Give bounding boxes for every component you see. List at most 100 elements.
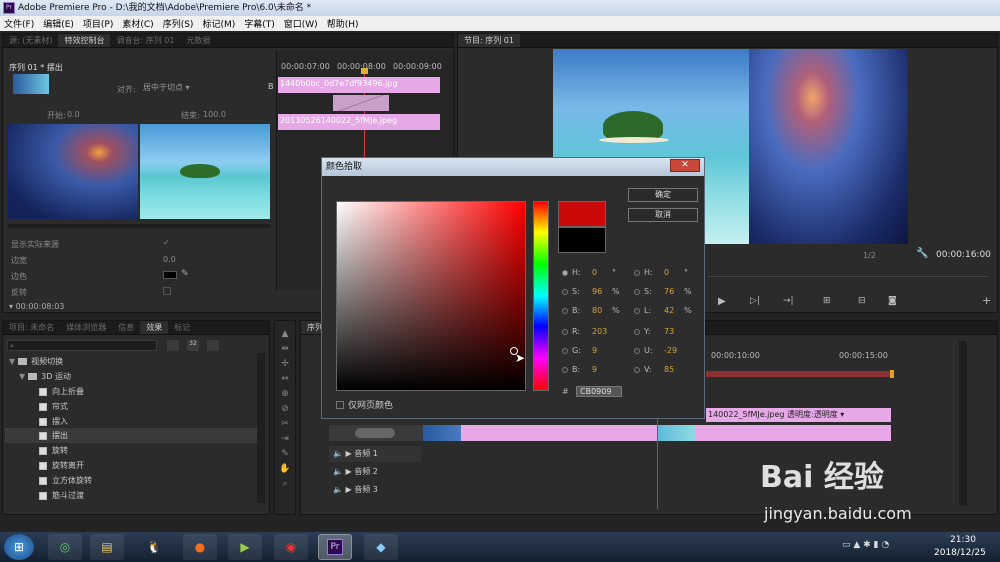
- tab-project[interactable]: 项目: 未命名: [3, 321, 60, 334]
- menu-file[interactable]: 文件(F): [4, 17, 34, 30]
- radio-icon[interactable]: [562, 328, 568, 335]
- menu-title[interactable]: 字幕(T): [244, 17, 275, 30]
- preview-scrollbar[interactable]: [8, 224, 270, 228]
- hsl-l-param[interactable]: L: 42%: [634, 306, 692, 315]
- timeline-clip-a[interactable]: [461, 425, 657, 441]
- audio-track-1[interactable]: 🔈 ▶ 音频 1: [329, 446, 421, 462]
- radio-icon[interactable]: [562, 269, 568, 276]
- radio-icon[interactable]: [562, 307, 568, 314]
- old-color-swatch[interactable]: [558, 227, 606, 253]
- tab-source[interactable]: 源: (无素材): [3, 34, 58, 47]
- tab-markers[interactable]: 标记: [168, 321, 196, 334]
- tab-effect-controls[interactable]: 特效控制台: [58, 34, 111, 47]
- tab-metadata[interactable]: 元数据: [180, 34, 216, 47]
- tree-3d-motion[interactable]: ▼ 3D 运动: [19, 369, 71, 384]
- hsl-h-param[interactable]: H: 0 °: [634, 268, 688, 277]
- extract-icon[interactable]: ⊟: [858, 296, 866, 306]
- program-scrubber[interactable]: [708, 276, 988, 277]
- border-width-value[interactable]: 0.0: [163, 255, 176, 264]
- tree-item[interactable]: 立方体旋转: [39, 473, 92, 488]
- radio-icon[interactable]: [562, 366, 568, 373]
- tree-item[interactable]: 帘式: [39, 399, 68, 414]
- wrench-icon[interactable]: 🔧: [916, 248, 928, 259]
- reverse-checkbox[interactable]: [163, 287, 171, 295]
- play-icon[interactable]: ▶: [718, 296, 726, 307]
- menu-help[interactable]: 帮助(H): [327, 17, 359, 30]
- tray-icons[interactable]: ▭ ▲ ✱ ▮ ◔: [842, 540, 889, 550]
- timeline-thumb-b[interactable]: [657, 425, 695, 441]
- accelerated-filter-icon[interactable]: [167, 340, 179, 351]
- 32bit-filter-icon[interactable]: 32: [187, 340, 199, 351]
- ok-button[interactable]: 确定: [628, 188, 698, 202]
- effects-scrollbar[interactable]: [257, 353, 265, 503]
- yuv-v-param[interactable]: V: 85: [634, 365, 684, 374]
- notepad-icon[interactable]: ◆: [364, 534, 398, 560]
- tree-item-selected[interactable]: 摆出: [5, 428, 259, 443]
- start-value[interactable]: 0.0: [67, 110, 80, 119]
- hue-slider[interactable]: [533, 201, 549, 391]
- tab-info[interactable]: 信息: [112, 321, 140, 334]
- audio-track-2[interactable]: 🔈 ▶ 音频 2: [329, 464, 421, 480]
- tree-item[interactable]: 旋转: [39, 443, 68, 458]
- tab-effects[interactable]: 效果: [140, 321, 169, 334]
- eyedropper-icon[interactable]: ✎: [181, 269, 189, 279]
- yuv-filter-icon[interactable]: [207, 340, 219, 351]
- qq-icon[interactable]: 🐧: [137, 534, 171, 560]
- radio-icon[interactable]: [634, 328, 640, 335]
- rgb-r-param[interactable]: R: 203: [562, 327, 612, 336]
- tree-item[interactable]: 向上折叠: [39, 384, 84, 399]
- menu-clip[interactable]: 素材(C): [122, 17, 153, 30]
- tree-video-transitions[interactable]: ▼ 视频切换: [9, 354, 63, 369]
- border-color-swatch[interactable]: [163, 271, 177, 279]
- firefox-icon[interactable]: ●: [183, 534, 217, 560]
- work-area-bar[interactable]: [706, 371, 892, 377]
- menu-window[interactable]: 窗口(W): [284, 17, 318, 30]
- yuv-u-param[interactable]: U: -29: [634, 346, 684, 355]
- radio-icon[interactable]: [634, 307, 640, 314]
- radio-icon[interactable]: [634, 269, 640, 276]
- hsb-b-param[interactable]: B: 80%: [562, 306, 620, 315]
- timeline-clip-b[interactable]: [695, 425, 891, 441]
- rgb-b-param[interactable]: B: 9: [562, 365, 612, 374]
- clip-a-bar[interactable]: 1440b0bc_0d7e7df93496.jpg: [278, 77, 440, 93]
- timeline-clip-label[interactable]: 140022_5fMJe.jpeg 透明度:透明度 ▾: [706, 408, 891, 422]
- step-forward-icon[interactable]: ▷|: [750, 296, 760, 306]
- tool-icons[interactable]: ▲ ⇹ ✢ ⇔ ⊕ ⊘ ✂ ⇥ ✎ ✋ ⌕: [275, 321, 295, 492]
- radio-icon[interactable]: [634, 366, 640, 373]
- ie-browser-icon[interactable]: ◎: [48, 534, 82, 560]
- lift-icon[interactable]: ⊞: [823, 296, 831, 306]
- menu-project[interactable]: 项目(P): [83, 17, 113, 30]
- video-track-header[interactable]: [329, 425, 429, 441]
- end-value[interactable]: 100.0: [203, 110, 226, 119]
- work-area-end-handle[interactable]: [890, 370, 894, 378]
- transition-bar[interactable]: [333, 95, 389, 111]
- hsl-s-param[interactable]: S: 76%: [634, 287, 692, 296]
- record-icon[interactable]: ◉: [274, 534, 308, 560]
- effects-search-input[interactable]: ⌕: [7, 340, 157, 351]
- timeline-thumb-a[interactable]: [423, 425, 461, 441]
- hex-input[interactable]: CB0909: [576, 386, 622, 397]
- rgb-g-param[interactable]: G: 9: [562, 346, 612, 355]
- tab-media-browser[interactable]: 媒体浏览器: [60, 321, 112, 334]
- radio-icon[interactable]: [562, 288, 568, 295]
- saturation-brightness-field[interactable]: [336, 201, 526, 391]
- menu-edit[interactable]: 编辑(E): [43, 17, 74, 30]
- radio-icon[interactable]: [562, 347, 568, 354]
- add-button-icon[interactable]: +: [982, 294, 991, 307]
- start-button-icon[interactable]: ⊞: [4, 534, 34, 560]
- align-dropdown[interactable]: 居中于切点 ▾: [143, 82, 190, 93]
- menu-marker[interactable]: 标记(M): [202, 17, 235, 30]
- camera-icon[interactable]: ◙: [888, 296, 897, 306]
- file-explorer-icon[interactable]: ▤: [90, 534, 124, 560]
- tree-item[interactable]: 摆入: [39, 414, 68, 429]
- program-zoom-fraction[interactable]: 1/2: [863, 251, 876, 260]
- hsb-s-param[interactable]: S: 96%: [562, 287, 620, 296]
- yuv-y-param[interactable]: Y: 73: [634, 327, 684, 336]
- hsb-h-param[interactable]: H: 0 °: [562, 268, 616, 277]
- checkbox-icon[interactable]: [336, 400, 344, 409]
- tab-audio-mixer[interactable]: 调音台: 序列 01: [110, 34, 180, 47]
- tree-item[interactable]: 旋转离开: [39, 458, 84, 473]
- tree-item[interactable]: 筋斗过渡: [39, 488, 84, 503]
- close-icon[interactable]: ✕: [670, 159, 700, 172]
- menu-sequence[interactable]: 序列(S): [163, 17, 194, 30]
